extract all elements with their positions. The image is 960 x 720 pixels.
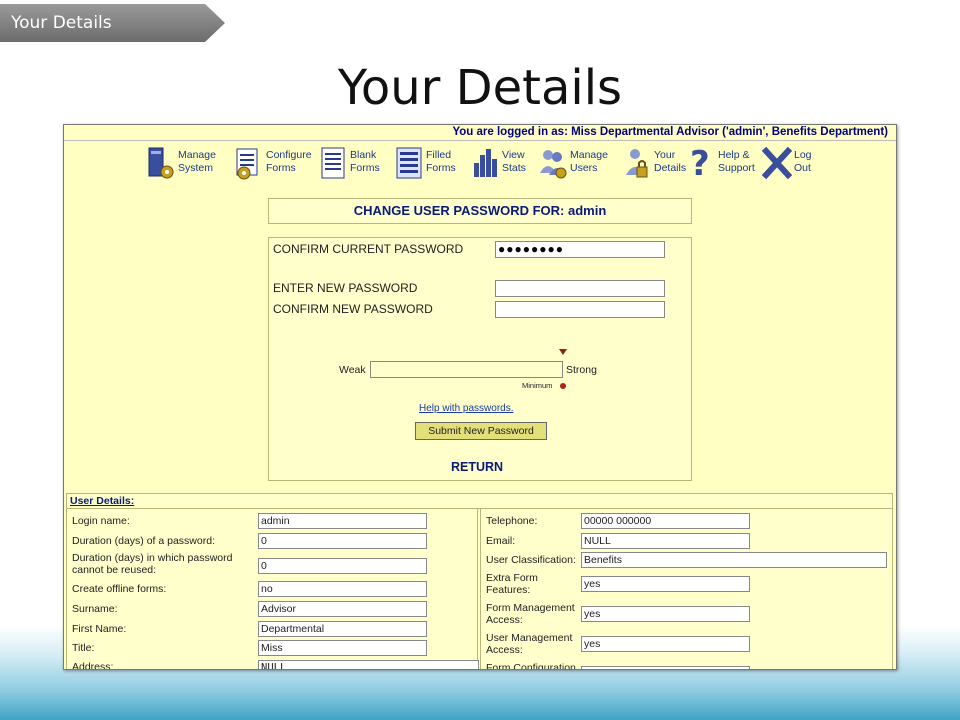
configure-forms-icon: [236, 148, 258, 180]
your-details-icon: [626, 149, 648, 178]
nav-your-details[interactable]: Your Details: [622, 145, 686, 185]
detail-value[interactable]: Advisor: [258, 601, 427, 617]
detail-label: First Name:: [72, 623, 127, 635]
detail-value[interactable]: Departmental: [258, 621, 427, 637]
nav-manage-users[interactable]: Manage Users: [538, 145, 608, 185]
nav-configure-forms[interactable]: Configure Forms: [234, 145, 312, 185]
manage-users-icon: [540, 150, 567, 179]
nav-label-1: Filled: [426, 149, 452, 161]
nav-label-1: Manage: [178, 149, 216, 161]
detail-value[interactable]: no: [258, 581, 427, 597]
logged-in-text: You are logged in as: Miss Departmental …: [452, 126, 888, 138]
detail-label: Form Management Access:: [486, 602, 575, 626]
detail-value[interactable]: yes: [581, 636, 750, 652]
detail-label: Surname:: [72, 603, 118, 615]
detail-label: User Classification:: [486, 554, 576, 566]
current-password-input[interactable]: ●●●●●●●●: [495, 241, 665, 258]
nav-label-1: Log: [794, 149, 812, 161]
new-password-label: ENTER NEW PASSWORD: [273, 281, 418, 295]
slide-tab-label: Your Details: [11, 13, 112, 33]
submit-password-button[interactable]: Submit New Password: [415, 422, 547, 440]
top-status-bar: You are logged in as: Miss Departmental …: [64, 125, 896, 141]
change-password-panel: CONFIRM CURRENT PASSWORD ●●●●●●●● ENTER …: [268, 237, 692, 481]
nav-view-stats[interactable]: View Stats: [470, 145, 526, 185]
current-password-label: CONFIRM CURRENT PASSWORD: [273, 242, 464, 256]
detail-label: Address:: [72, 661, 114, 670]
detail-label: Email:: [486, 535, 516, 547]
strength-pointer-icon: [559, 349, 567, 355]
detail-value[interactable]: [581, 666, 750, 669]
nav-manage-system[interactable]: Manage System: [146, 145, 216, 185]
detail-label: Duration (days) of a password:: [72, 535, 215, 547]
user-details-left: Login name: admin Duration (days) of a p…: [66, 508, 479, 670]
minimum-label: Minimum: [522, 381, 553, 390]
user-details-heading: User Details:: [66, 493, 893, 509]
detail-label: Create offline forms:: [72, 583, 167, 595]
return-link[interactable]: RETURN: [451, 460, 503, 474]
detail-label: Duration (days) in which password cannot…: [72, 552, 233, 576]
detail-label: Title:: [72, 642, 95, 654]
help-passwords-link[interactable]: Help with passwords.: [419, 403, 513, 414]
nav-help-support[interactable]: ? Help & Support: [686, 145, 755, 185]
manage-system-icon: [148, 147, 174, 179]
nav-label-2: Stats: [502, 162, 526, 174]
user-details-right: Telephone: 00000 000000 Email: NULL User…: [480, 508, 893, 670]
nav-label-2: Out: [794, 162, 811, 174]
detail-value[interactable]: 0: [258, 558, 427, 574]
detail-label: Telephone:: [486, 515, 538, 527]
strong-label: Strong: [566, 364, 597, 376]
change-password-heading: CHANGE USER PASSWORD FOR: admin: [268, 198, 692, 224]
detail-label: Login name:: [72, 515, 130, 527]
nav-label-2: Forms: [266, 162, 296, 174]
detail-label: User Management Access:: [486, 632, 573, 656]
weak-label: Weak: [339, 364, 366, 376]
detail-value[interactable]: yes: [581, 606, 750, 622]
slide-tab-ribbon: Your Details: [0, 4, 225, 42]
filled-forms-icon: [396, 147, 422, 179]
nav-label-2: Details: [654, 162, 687, 174]
password-strength-meter: [370, 361, 563, 378]
view-stats-icon: [474, 149, 497, 177]
nav-log-out[interactable]: Log Out: [762, 145, 812, 185]
nav-label-1: View: [502, 149, 525, 161]
help-icon: ?: [690, 145, 710, 181]
nav-label-2: Support: [718, 162, 755, 174]
detail-value[interactable]: admin: [258, 513, 427, 529]
blank-forms-icon: [321, 147, 345, 179]
nav-label-1: Blank: [350, 149, 377, 161]
detail-value[interactable]: NULL: [581, 533, 750, 549]
app-screenshot: You are logged in as: Miss Departmental …: [63, 124, 897, 670]
svg-text:?: ?: [690, 145, 710, 181]
nav-label-2: System: [178, 162, 214, 174]
nav-label-1: Your: [654, 149, 676, 161]
detail-value[interactable]: 0: [258, 533, 427, 549]
nav-filled-forms[interactable]: Filled Forms: [394, 145, 456, 185]
nav-label-1: Manage: [570, 149, 608, 161]
new-password-input[interactable]: [495, 280, 665, 297]
nav-label-1: Help &: [718, 149, 750, 161]
nav-label-2: Forms: [426, 162, 456, 174]
nav-label-1: Configure: [266, 149, 312, 161]
logout-icon: [762, 146, 792, 180]
detail-label: Form Configuration: [486, 662, 576, 670]
nav-blank-forms[interactable]: Blank Forms: [318, 145, 380, 185]
detail-value[interactable]: yes: [581, 576, 750, 592]
detail-value[interactable]: 00000 000000: [581, 513, 750, 529]
minimum-marker-icon: [560, 383, 566, 389]
nav-label-2: Users: [570, 162, 598, 174]
slide-title: Your Details: [337, 60, 623, 116]
nav-label-2: Forms: [350, 162, 380, 174]
detail-value[interactable]: Miss: [258, 640, 427, 656]
detail-value[interactable]: NULL: [258, 660, 479, 669]
detail-label: Extra Form Features:: [486, 572, 538, 596]
confirm-password-label: CONFIRM NEW PASSWORD: [273, 302, 433, 316]
confirm-password-input[interactable]: [495, 301, 665, 318]
detail-value[interactable]: Benefits: [581, 552, 887, 568]
